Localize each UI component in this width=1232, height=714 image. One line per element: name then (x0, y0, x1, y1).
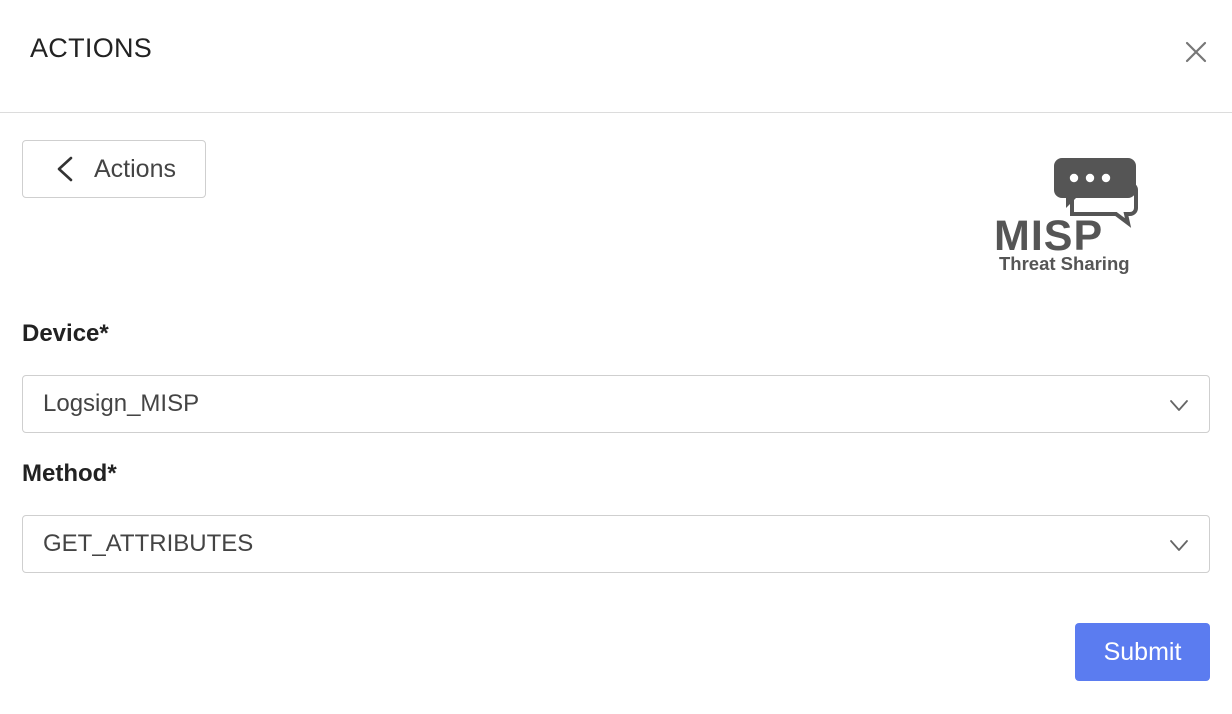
back-button-label: Actions (94, 155, 176, 183)
chevron-left-icon (57, 156, 73, 182)
modal-header: ACTIONS (0, 0, 1232, 113)
close-icon (1185, 41, 1207, 63)
submit-button[interactable]: Submit (1075, 623, 1210, 681)
actions-modal: ACTIONS Actions MISP Threat Sharing Devi… (0, 0, 1232, 714)
misp-logo: MISP Threat Sharing (990, 152, 1160, 277)
method-select[interactable]: GET_ATTRIBUTES (22, 515, 1210, 573)
device-select[interactable]: Logsign_MISP (22, 375, 1210, 433)
back-to-actions-button[interactable]: Actions (22, 140, 206, 198)
chevron-down-icon (1170, 400, 1188, 411)
modal-title: ACTIONS (30, 33, 153, 63)
device-label: Device* (22, 320, 109, 347)
device-select-value: Logsign_MISP (43, 390, 200, 417)
method-select-value: GET_ATTRIBUTES (43, 530, 254, 557)
method-label: Method* (22, 460, 117, 487)
chevron-down-icon (1170, 540, 1188, 551)
misp-logo-subtext: Threat Sharing (999, 253, 1130, 274)
close-button[interactable] (1180, 36, 1212, 68)
